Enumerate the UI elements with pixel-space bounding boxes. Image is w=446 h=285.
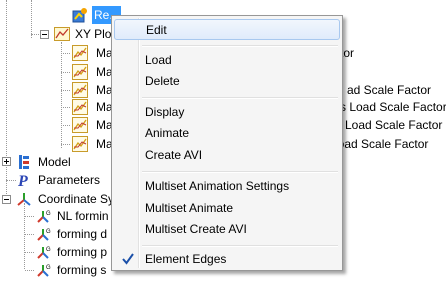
tree-item-coordinate-system-label: NL formin [57, 209, 109, 223]
tree-line [61, 107, 70, 108]
menu-item-label: Multiset Animate [145, 201, 234, 215]
tree-line [61, 53, 70, 54]
tree-line [25, 234, 34, 235]
model-expand-toggle[interactable] [2, 157, 11, 166]
tree-line [25, 252, 34, 253]
model-tree-icon [19, 155, 29, 169]
menu-item-multiset-animation-settings[interactable]: Multiset Animation Settings [114, 176, 340, 197]
menu-separator [142, 171, 338, 173]
menu-item-display[interactable]: Display [114, 102, 340, 123]
coordinate-system-icon: G [37, 211, 51, 223]
parameters-p-icon: P [17, 173, 28, 188]
tree-line [6, 0, 7, 200]
menu-item-label: Edit [146, 23, 167, 37]
menu-separator [142, 45, 338, 47]
coordinate-system-icon: G [37, 247, 51, 259]
tree-item-coordinate-systems-label: Coordinate Sy [38, 192, 115, 206]
menu-item-animate[interactable]: Animate [114, 123, 340, 144]
tree-item-coordinate-system-label: forming p [57, 245, 108, 259]
menu-item-edit[interactable]: Edit [114, 19, 340, 40]
tree-line [61, 125, 70, 126]
tree-line [61, 72, 70, 73]
svg-text:G: G [46, 247, 51, 253]
tree-item-plot-suffix: s Load Scale Factor [340, 100, 446, 114]
xy-plot-collapse-toggle[interactable] [40, 30, 49, 39]
checkmark-icon [122, 253, 134, 265]
tree-item-model-label: Model [38, 155, 71, 169]
menu-item-label: Delete [145, 74, 180, 88]
tree-item-plot-suffix: ad Scale Factor [347, 83, 432, 97]
xy-plot-icon [72, 45, 88, 61]
tree-item-xy-plot-label: XY Plo [75, 27, 112, 41]
menu-item-create-avi[interactable]: Create AVI [114, 145, 340, 166]
menu-item-label: Load [145, 53, 172, 67]
tree-line [24, 203, 25, 269]
svg-text:G: G [46, 265, 51, 271]
tree-item-parameters-label: Parameters [38, 173, 101, 187]
menu-item-element-edges[interactable]: Element Edges [114, 249, 340, 270]
menu-item-load[interactable]: Load [114, 50, 340, 71]
xy-plot-icon [72, 82, 88, 98]
tree-line [61, 144, 70, 145]
xy-plot-icon [72, 117, 88, 133]
tree-item-coordinate-system-label: forming s [57, 263, 107, 277]
menu-separator [142, 245, 338, 247]
tree-line [61, 90, 70, 91]
context-menu: Edit Load Delete Display Animate Create … [111, 15, 343, 271]
menu-item-multiset-create-avi[interactable]: Multiset Create AVI [114, 219, 340, 240]
menu-separator [142, 97, 338, 99]
menu-item-label: Multiset Create AVI [145, 222, 247, 236]
coordinate-systems-collapse-toggle[interactable] [2, 195, 11, 204]
tree-line [6, 180, 16, 181]
tree-line [31, 0, 32, 38]
coordinate-system-icon: G [37, 229, 51, 241]
result-icon [72, 8, 87, 23]
menu-item-label: Element Edges [145, 252, 227, 266]
xy-plot-icon [72, 136, 88, 152]
tree-line [25, 216, 34, 217]
coordinate-system-icon [17, 193, 31, 206]
menu-item-label: Animate [145, 126, 190, 140]
xy-plot-folder-icon [54, 27, 70, 41]
xy-plot-icon [72, 99, 88, 115]
menu-item-label: Display [145, 105, 185, 119]
tree-item-plot-suffix: Load Scale Factor [345, 118, 443, 132]
tree-line [61, 42, 62, 148]
xy-plot-icon [72, 64, 88, 80]
menu-item-label: Create AVI [145, 148, 203, 162]
svg-text:G: G [46, 229, 51, 235]
tree-line [25, 270, 34, 271]
svg-text:G: G [46, 211, 51, 217]
menu-item-delete[interactable]: Delete [114, 71, 340, 92]
menu-item-multiset-animate[interactable]: Multiset Animate [114, 198, 340, 219]
coordinate-system-icon: G [37, 265, 51, 277]
menu-item-label: Multiset Animation Settings [145, 179, 290, 193]
tree-item-coordinate-system-label: forming d [57, 227, 108, 241]
svg-text:P: P [17, 173, 28, 188]
